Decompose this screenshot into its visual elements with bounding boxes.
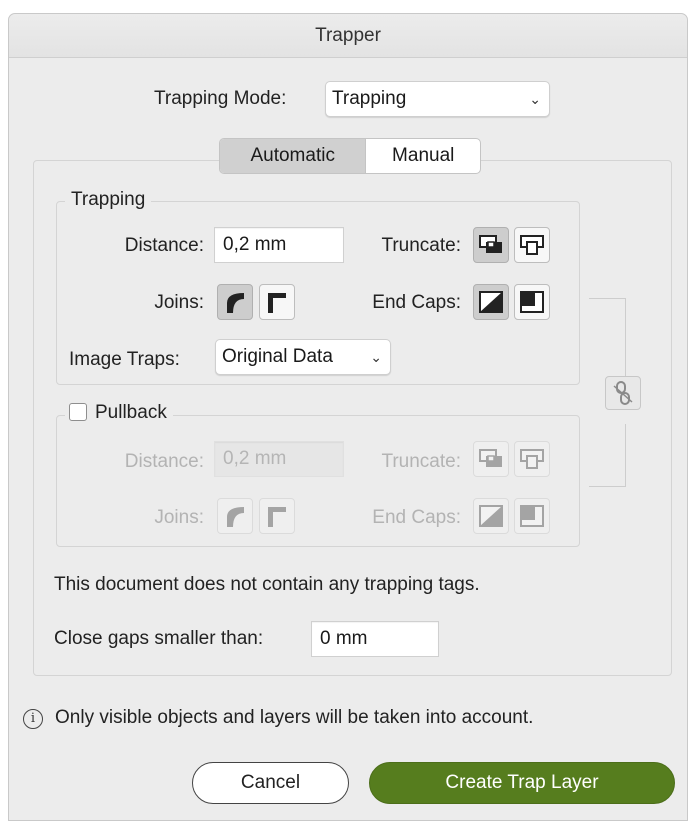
close-gaps-input[interactable]: 0 mm	[311, 621, 439, 657]
truncate-front-icon	[479, 449, 502, 467]
pullback-joins-label: Joins:	[154, 507, 204, 528]
trapping-truncate-label: Truncate:	[381, 235, 461, 256]
cancel-button[interactable]: Cancel	[192, 762, 349, 804]
close-gaps-label: Close gaps smaller than:	[54, 628, 264, 649]
miter-join-icon	[268, 293, 286, 313]
tab-automatic[interactable]: Automatic	[220, 139, 367, 173]
trapping-endcaps-label: End Caps:	[372, 292, 461, 313]
image-traps-select[interactable]: Original Data ⌄	[215, 339, 391, 375]
truncate-mode-2-button[interactable]	[514, 227, 550, 263]
pullback-distance-label: Distance:	[124, 451, 204, 472]
trapping-joins-label: Joins:	[154, 292, 204, 313]
pullback-endcaps-1-button[interactable]	[473, 498, 509, 534]
broken-link-icon	[613, 381, 633, 405]
truncate-back-icon	[520, 449, 544, 469]
pullback-truncate-1-button[interactable]	[473, 441, 509, 477]
info-icon: i	[23, 709, 43, 729]
info-message: Only visible objects and layers will be …	[55, 707, 534, 728]
endcap-square-icon	[520, 291, 544, 313]
dialog-title: Trapper	[9, 14, 687, 58]
endcap-square-icon	[520, 505, 544, 527]
pullback-joins-miter-button[interactable]	[259, 498, 295, 534]
link-bracket-top	[589, 298, 626, 377]
pullback-endcaps-label: End Caps:	[372, 507, 461, 528]
pullback-legend-wrap: Pullback	[65, 402, 173, 424]
round-join-icon	[227, 507, 244, 527]
chevron-down-icon: ⌄	[370, 349, 382, 365]
create-trap-layer-button[interactable]: Create Trap Layer	[369, 762, 675, 804]
pullback-truncate-label: Truncate:	[381, 451, 461, 472]
trapping-distance-label: Distance:	[124, 235, 204, 256]
endcaps-mode-2-button[interactable]	[514, 284, 550, 320]
truncate-mode-1-button[interactable]	[473, 227, 509, 263]
no-trapping-tags-message: This document does not contain any trapp…	[54, 574, 480, 595]
image-traps-value: Original Data	[222, 346, 333, 367]
endcap-diagonal-icon	[479, 291, 503, 313]
pullback-joins-round-button[interactable]	[217, 498, 253, 534]
miter-join-icon	[268, 507, 286, 527]
trapping-legend: Trapping	[65, 189, 152, 211]
pullback-legend: Pullback	[95, 402, 167, 423]
pullback-truncate-2-button[interactable]	[514, 441, 550, 477]
link-settings-button[interactable]	[605, 376, 641, 410]
trapping-distance-input[interactable]: 0,2 mm	[214, 227, 344, 263]
mode-tabs: Automatic Manual	[219, 138, 481, 174]
round-join-icon	[227, 293, 244, 313]
trapper-dialog: Trapper Trapping Mode: Trapping ⌄ Automa…	[8, 13, 688, 821]
joins-round-button[interactable]	[217, 284, 253, 320]
image-traps-label: Image Traps:	[69, 349, 180, 370]
link-bracket-bottom	[589, 424, 626, 487]
joins-miter-button[interactable]	[259, 284, 295, 320]
trapping-mode-select[interactable]: Trapping ⌄	[325, 81, 550, 117]
truncate-front-icon	[479, 235, 502, 253]
pullback-distance-input[interactable]: 0,2 mm	[214, 441, 344, 477]
pullback-checkbox[interactable]	[69, 403, 87, 421]
chevron-down-icon: ⌄	[529, 91, 541, 107]
endcap-diagonal-icon	[479, 505, 503, 527]
tab-manual[interactable]: Manual	[366, 139, 480, 173]
truncate-back-icon	[520, 235, 544, 255]
trapping-mode-label: Trapping Mode:	[154, 88, 287, 109]
endcaps-mode-1-button[interactable]	[473, 284, 509, 320]
pullback-endcaps-2-button[interactable]	[514, 498, 550, 534]
trapping-mode-value: Trapping	[332, 88, 407, 109]
